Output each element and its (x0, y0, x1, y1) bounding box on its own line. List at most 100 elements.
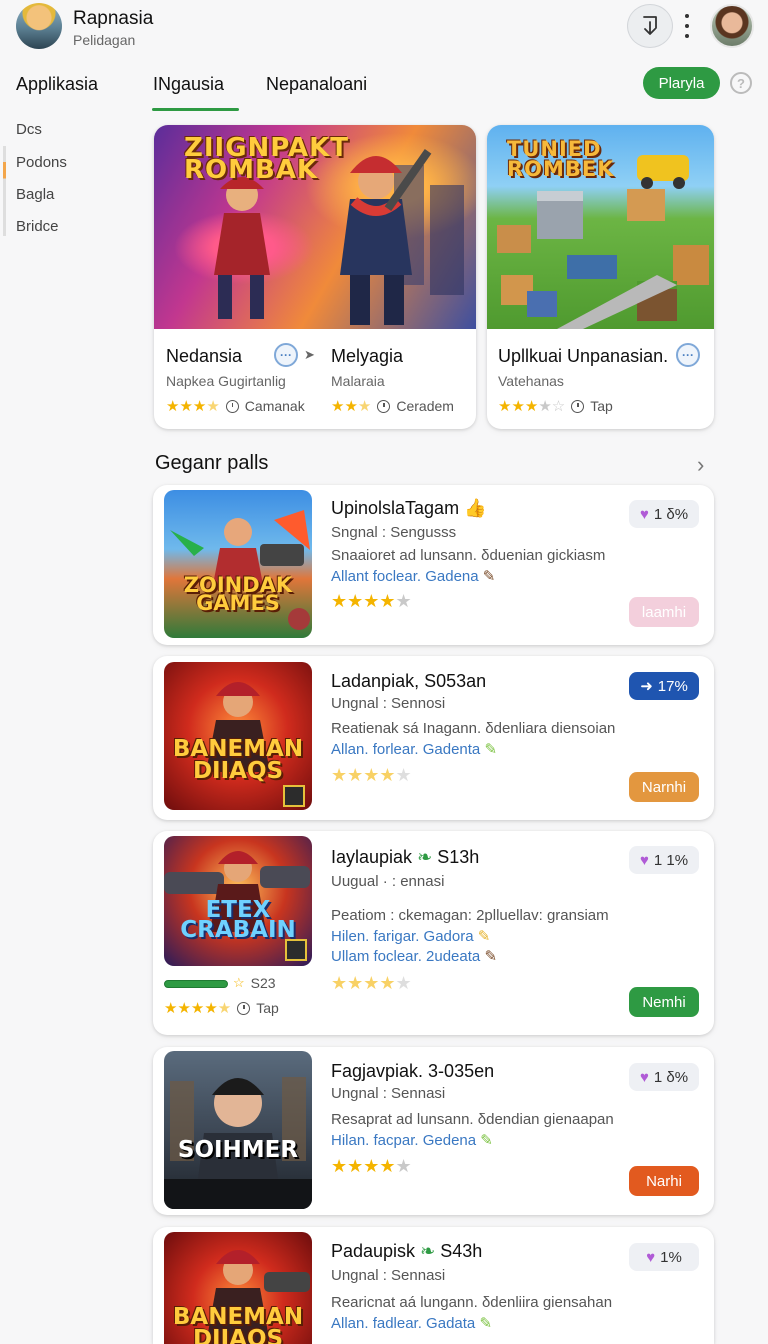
game-thumbnail: ETEX CRABAIN (164, 836, 312, 966)
game-thumbnail: BANEMAN DIIAQS (164, 1232, 312, 1344)
badge-value: 1 δ% (653, 505, 689, 523)
game-link-wrap[interactable]: Allan. forlear. Gadenta ✎ (331, 740, 497, 758)
game-thumbnail: SOIHMER (164, 1051, 312, 1209)
rating-stars: ★★★★★ (164, 1000, 232, 1017)
game-card[interactable]: BANEMAN DIIAQS Padaupisk ❧ S43h Ungnal :… (153, 1227, 714, 1344)
featured-artwork: ZIIGNPAKT ROMBAK (154, 125, 476, 329)
percent-badge: ♥ 1 δ% (629, 500, 699, 528)
badge-value: 17% (657, 677, 688, 695)
star-icon: ☆ (233, 975, 245, 990)
tab-ingausia[interactable]: INgausia (153, 74, 224, 95)
heart-icon: ♥ (646, 1248, 656, 1266)
thumbnail-art (170, 510, 310, 630)
game-title: UpinolslaTagam (331, 498, 460, 518)
rating-stars: ★★★★★ (331, 765, 412, 785)
sidebar-item-bridce[interactable]: Bridce (16, 218, 59, 235)
play-button[interactable]: Plaryla (643, 67, 720, 99)
rating-stars: ★★★ (331, 398, 372, 415)
sidebar-rail (3, 146, 6, 236)
mini-meta: ☆ S23 (233, 975, 276, 991)
featured-meta-text-2: Ceradem (396, 398, 454, 414)
featured-card-large[interactable]: ZIIGNPAKT ROMBAK Nedansia ··· ➤ Napkea G… (154, 125, 476, 429)
heart-icon: ♥ (639, 851, 649, 869)
game-link[interactable]: Hilen. farigar. Gadora (331, 928, 474, 945)
chevron-right-icon[interactable]: › (697, 452, 704, 478)
game-title-wrap: UpinolslaTagam 👍 (331, 498, 487, 519)
more-options-icon[interactable]: ··· (676, 343, 700, 367)
game-card[interactable]: SOIHMER Fagjavpiak. 3-035en Ungnal : Sen… (153, 1047, 714, 1215)
featured-subtitle-3: Vatehanas (498, 373, 564, 389)
section-title: Geganr palls (155, 452, 269, 474)
percent-badge: ➜ 17% (629, 672, 699, 700)
badge-value: 1 δ% (653, 1068, 689, 1086)
featured-title-3: Upllkuai Unpanasian. (498, 346, 669, 366)
featured-meta-text: Camanak (244, 398, 305, 414)
help-icon[interactable]: ? (730, 72, 752, 94)
thumbs-up-icon: 👍 (464, 498, 487, 518)
app-subtitle: Pelidagan (73, 32, 136, 48)
app-avatar[interactable] (16, 3, 62, 49)
game-description: Rearicnat aá lungann. δdenliira giensaha… (331, 1294, 613, 1311)
badge-value: 1% (660, 1248, 682, 1266)
game-description: Resaprat ad lunsann. δdendian gienaapan (331, 1111, 614, 1128)
game-title-wrap: Padaupisk ❧ S43h (331, 1241, 482, 1262)
clock-icon (571, 399, 585, 413)
game-subtitle: Ungnal : Sennasi (331, 1267, 446, 1284)
game-link[interactable]: Allant foclear. Gadena (331, 568, 479, 585)
heart-icon: ♥ (639, 1068, 649, 1086)
app-title: Rapnasia (73, 8, 154, 29)
game-link[interactable]: Allan. forlear. Gadenta (331, 741, 480, 758)
more-menu-icon[interactable] (680, 14, 694, 38)
game-link-wrap[interactable]: Allant foclear. Gadena ✎ (331, 567, 495, 585)
sidebar-item-podons[interactable]: Podons (16, 154, 67, 171)
sidebar-item-bagla[interactable]: Bagla (16, 186, 54, 203)
rating-stars: ★★★★★ (331, 973, 412, 993)
percent-badge: ♥ 1 1% (629, 846, 699, 874)
game-card[interactable]: ZOINDAK GAMES UpinolslaTagam 👍 Sngnal : … (153, 485, 714, 645)
rating-stars: ★★★★★ (331, 1156, 412, 1176)
tab-nepanaloani[interactable]: Nepanaloani (266, 74, 367, 95)
sidebar-item-dcs[interactable]: Dcs (16, 121, 42, 138)
action-button[interactable]: Nemhi (629, 987, 699, 1017)
action-button[interactable]: Narnhi (629, 772, 699, 802)
thumbnail-logo: SOIHMER (177, 1137, 299, 1163)
mini-tap: Tap (256, 1000, 279, 1016)
tab-applikasia[interactable]: Applikasia (16, 74, 98, 95)
game-link[interactable]: Hilan. facpar. Gedena (331, 1132, 476, 1149)
game-description: Peatiom : ckemagan: 2plluellav: gransiam (331, 907, 609, 924)
leaf-icon: ❧ (417, 847, 433, 867)
game-card[interactable]: BANEMAN DIIAQS Ladanpiak, S053an Ungnal … (153, 656, 714, 820)
download-button[interactable] (627, 4, 673, 48)
game-card[interactable]: ETEX CRABAIN ☆ S23 ★★★★★ Tap Iaylaupiak … (153, 831, 714, 1035)
game-link-wrap[interactable]: Hilen. farigar. Gadora ✎ (331, 927, 490, 945)
game-link-wrap-2[interactable]: Ullam foclear. 2udeata ✎ (331, 947, 497, 965)
rating-stars: ★★★★☆ (498, 398, 566, 415)
featured-meta: ★★★★ Camanak (166, 397, 305, 415)
share-arrow-icon[interactable]: ➤ (304, 347, 315, 363)
game-link[interactable]: Allan. fadlear. Gadata (331, 1315, 475, 1332)
game-title: Ladanpiak, S053an (331, 671, 487, 691)
active-tab-indicator (152, 108, 239, 111)
clock-icon (377, 399, 391, 413)
install-progress-bar (164, 980, 228, 988)
thumbnail-logo: BANEMAN DIIAQS (172, 736, 304, 784)
featured-card-small[interactable]: TUNIED ROMBEK Upllkuai Unpanasian. ··· V… (487, 125, 714, 429)
featured-logo-2: TUNIED ROMBEK (507, 137, 615, 181)
mini-meta-value: S23 (250, 975, 276, 991)
game-link-wrap[interactable]: Hilan. facpar. Gedena ✎ (331, 1131, 493, 1149)
featured-meta-2: ★★★ Ceradem (331, 397, 454, 415)
more-options-icon[interactable]: ··· (274, 343, 298, 367)
game-link-wrap[interactable]: Allan. fadlear. Gadata ✎ (331, 1314, 492, 1332)
game-subtitle: Uugual · : ennasi (331, 873, 445, 890)
game-link-2[interactable]: Ullam foclear. 2udeata (331, 948, 480, 965)
game-title: Fagjavpiak. 3-035en (331, 1061, 495, 1081)
game-thumbnail: BANEMAN DIIAQS (164, 662, 312, 810)
rating-stars: ★★★★ (166, 398, 220, 415)
action-button[interactable]: Narhi (629, 1166, 699, 1196)
action-button[interactable]: laamhi (629, 597, 699, 627)
featured-meta-3: ★★★★☆ Tap (498, 397, 613, 415)
pencil-icon: ✎ (477, 928, 491, 945)
clock-icon (225, 399, 239, 413)
user-avatar[interactable] (710, 4, 754, 48)
featured-title: Nedansia (166, 346, 243, 366)
